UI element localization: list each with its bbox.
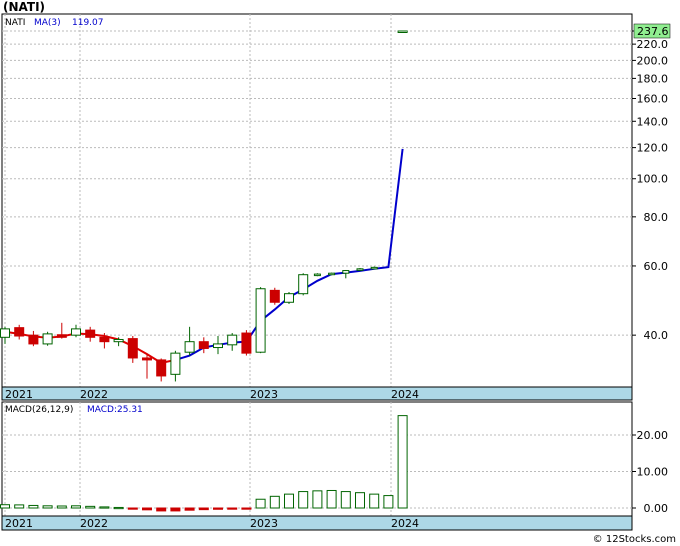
price-y-tick-label: 220.0 bbox=[637, 38, 669, 51]
candle-up bbox=[356, 268, 364, 271]
price-x-tick-label: 2022 bbox=[80, 388, 108, 401]
macd-bar-negative bbox=[184, 507, 195, 511]
macd-bar-positive bbox=[397, 415, 408, 509]
candle-up bbox=[370, 266, 378, 270]
candle-up bbox=[184, 341, 195, 353]
price-x-tick-label: 2021 bbox=[5, 388, 33, 401]
price-y-tick-label: 120.0 bbox=[637, 142, 669, 155]
candle-down bbox=[85, 329, 96, 338]
macd-legend-value: MACD:25.31 bbox=[87, 405, 143, 415]
macd-bar-negative bbox=[170, 507, 181, 512]
macd-bar-negative bbox=[198, 507, 209, 511]
macd-bar-positive bbox=[312, 490, 323, 509]
price-y-tick-label: 60.0 bbox=[644, 260, 669, 273]
price-y-tick-label: 160.0 bbox=[637, 93, 669, 106]
price-x-tick-label: 2023 bbox=[250, 388, 278, 401]
macd-bar-positive bbox=[113, 506, 124, 510]
candle-down bbox=[241, 332, 252, 354]
macd-y-tick-label: 10.00 bbox=[637, 466, 669, 479]
stock-chart: 2021 2022 2023 2024 40.0 60.0 80.0 100.0 120.0 1… bbox=[0, 13, 671, 531]
macd-x-tick-label: 2021 bbox=[5, 517, 33, 530]
macd-bar-positive bbox=[269, 495, 280, 509]
candle-down bbox=[28, 334, 39, 345]
candle-down bbox=[269, 289, 280, 303]
candle-up bbox=[0, 328, 10, 338]
candle-up bbox=[284, 293, 294, 303]
candle-up bbox=[213, 343, 223, 349]
legend-symbol: NATI bbox=[5, 18, 25, 28]
macd-bar-positive bbox=[284, 493, 294, 509]
price-y-tick-label: 80.0 bbox=[644, 211, 669, 224]
price-y-tick-label: 180.0 bbox=[637, 72, 669, 85]
macd-bar-positive bbox=[355, 492, 365, 509]
candle-up bbox=[255, 288, 266, 353]
candle-up bbox=[227, 334, 238, 346]
price-x-tick-label: 2024 bbox=[391, 388, 419, 401]
macd-bar-negative bbox=[142, 507, 152, 511]
macd-bar-positive bbox=[0, 504, 10, 509]
candle-down bbox=[56, 334, 67, 338]
candle-down bbox=[14, 327, 25, 337]
price-y-axis-labels: 40.0 60.0 80.0 100.0 120.0 140.0 160.0 180.0 200… bbox=[632, 23, 671, 342]
macd-bar-negative bbox=[227, 507, 238, 510]
candle-down bbox=[156, 359, 167, 377]
macd-y-axis-labels: 0.00 10.00 20.00 bbox=[632, 429, 668, 515]
candle-up bbox=[170, 352, 181, 375]
credit-text: © 12Stocks.com bbox=[592, 534, 676, 545]
candle-up bbox=[113, 338, 124, 343]
macd-bar-positive bbox=[369, 493, 380, 509]
candle-down bbox=[127, 338, 138, 359]
macd-y-tick-label: 0.00 bbox=[644, 502, 669, 515]
price-y-tick-label: 140.0 bbox=[637, 115, 669, 128]
macd-bar-negative bbox=[127, 507, 138, 510]
macd-x-tick-label: 2023 bbox=[250, 517, 278, 530]
macd-bar-positive bbox=[298, 491, 309, 509]
macd-bar-positive bbox=[42, 505, 53, 509]
macd-bar-negative bbox=[156, 507, 167, 512]
candle-down bbox=[99, 336, 110, 343]
macd-bar-positive bbox=[14, 504, 25, 509]
last-price-label: 237.6 bbox=[637, 25, 669, 38]
candle-down bbox=[198, 341, 209, 349]
macd-legend-label: MACD(26,12,9) bbox=[5, 405, 73, 415]
macd-bar-positive bbox=[99, 506, 110, 509]
macd-bar-negative bbox=[213, 507, 223, 510]
price-y-tick-label: 40.0 bbox=[644, 329, 669, 342]
macd-panel bbox=[1, 401, 633, 531]
candle-up bbox=[42, 333, 53, 345]
macd-x-tick-label: 2024 bbox=[391, 517, 419, 530]
macd-bar-positive bbox=[56, 505, 67, 509]
macd-bar-positive bbox=[326, 489, 337, 509]
macd-bar-positive bbox=[28, 504, 39, 509]
macd-y-tick-label: 20.00 bbox=[637, 429, 669, 442]
macd-bar-positive bbox=[255, 498, 266, 509]
candle-up bbox=[313, 273, 321, 277]
candle-up bbox=[298, 274, 309, 295]
legend-ma-value: 119.07 bbox=[72, 18, 104, 28]
macd-bar-negative bbox=[241, 507, 252, 510]
macd-bar-positive bbox=[71, 505, 81, 509]
candle-up bbox=[328, 272, 336, 276]
macd-bar-positive bbox=[340, 491, 351, 509]
candle-down bbox=[142, 357, 152, 361]
macd-bar-positive bbox=[85, 505, 96, 509]
legend-ma-label: MA(3) bbox=[34, 18, 61, 28]
candle-up bbox=[342, 270, 350, 274]
price-y-tick-label: 100.0 bbox=[637, 173, 669, 186]
candle-up bbox=[397, 30, 408, 33]
price-y-tick-label: 200.0 bbox=[637, 54, 669, 67]
candle-up bbox=[71, 328, 81, 336]
macd-bar-positive bbox=[383, 495, 394, 509]
macd-x-tick-label: 2022 bbox=[80, 517, 108, 530]
price-panel bbox=[1, 13, 633, 401]
